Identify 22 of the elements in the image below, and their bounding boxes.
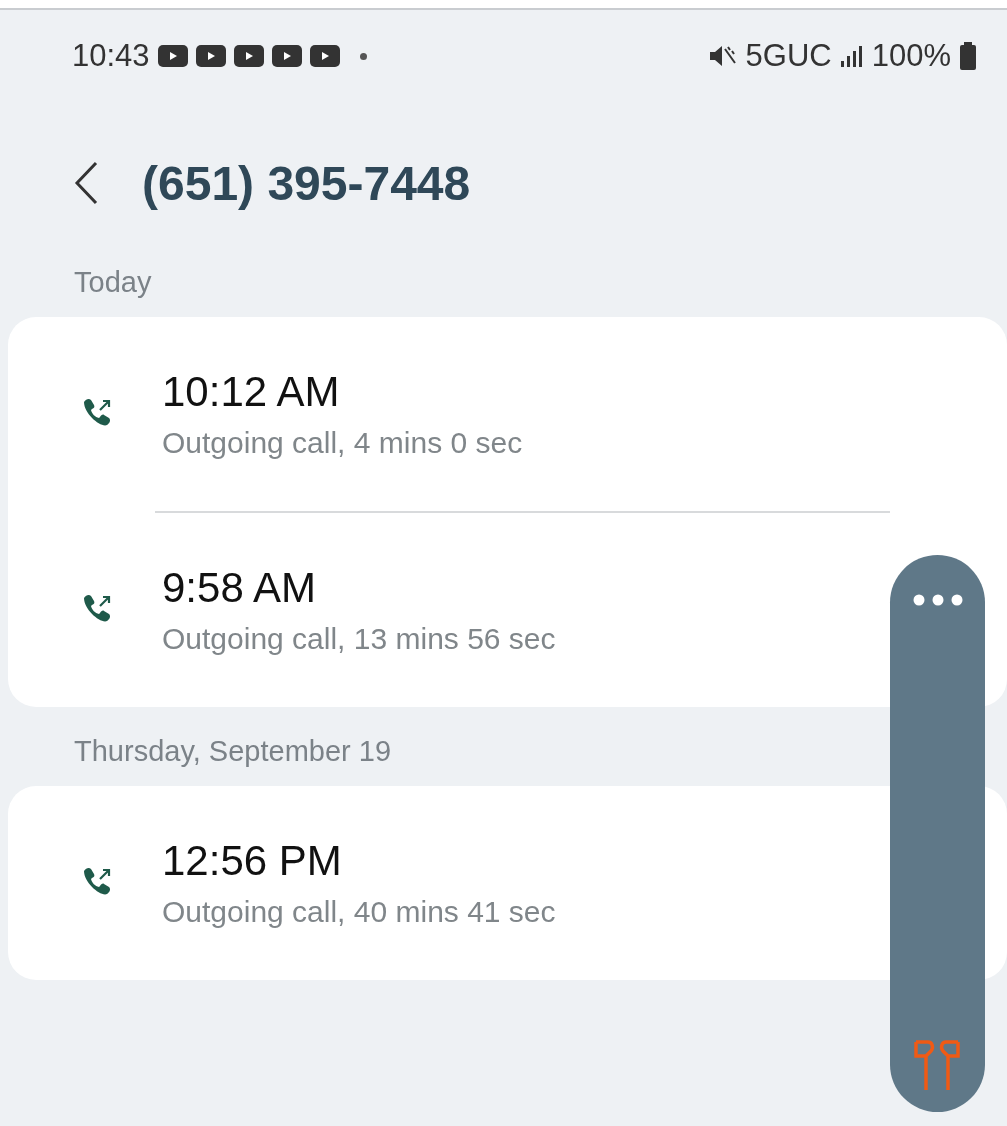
video-notification-icon bbox=[195, 45, 226, 67]
video-notification-icon bbox=[157, 45, 188, 67]
video-notification-icon bbox=[233, 45, 264, 67]
call-detail: Outgoing call, 13 mins 56 sec bbox=[162, 622, 556, 656]
battery-level: 100% bbox=[871, 38, 951, 74]
date-heading: Today bbox=[73, 265, 153, 300]
call-detail: Outgoing call, 40 mins 41 sec bbox=[162, 895, 556, 929]
call-detail: Outgoing call, 4 mins 0 sec bbox=[162, 426, 523, 460]
more-notifications-icon bbox=[359, 52, 367, 60]
date-heading: Thursday, September 19 bbox=[73, 734, 393, 769]
network-type: 5GUC bbox=[745, 38, 832, 74]
phone-number-title: (651) 395-7448 bbox=[142, 155, 471, 211]
call-time: 10:12 AM bbox=[162, 368, 340, 416]
signal-icon bbox=[839, 45, 864, 67]
more-options-icon[interactable] bbox=[912, 593, 964, 607]
battery-icon bbox=[959, 42, 977, 70]
video-notification-icon bbox=[309, 45, 340, 67]
clock: 10:43 bbox=[72, 38, 150, 74]
call-time: 12:56 PM bbox=[162, 837, 342, 885]
call-time: 9:58 AM bbox=[162, 564, 317, 612]
mute-icon bbox=[707, 43, 738, 69]
video-notification-icon bbox=[271, 45, 302, 67]
